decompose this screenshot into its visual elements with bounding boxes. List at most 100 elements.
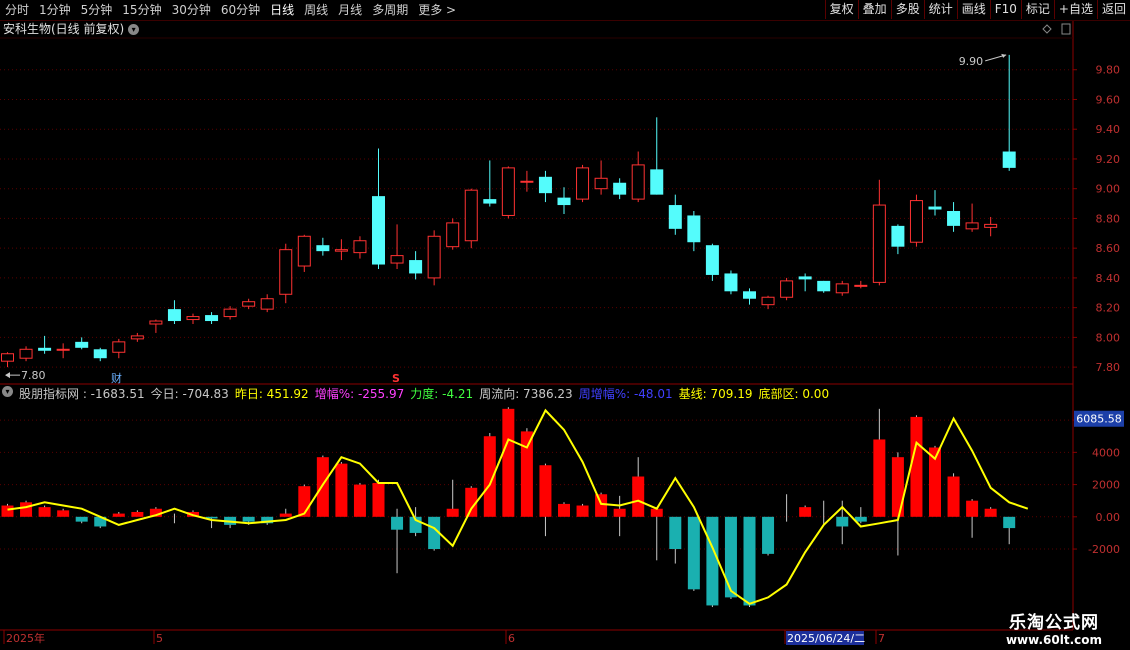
high-marker-label: 9.90 <box>959 55 984 68</box>
watermark-title: 乐淘公式网 <box>1008 613 1099 633</box>
candle-body-4 <box>75 341 89 348</box>
current-value-tag: 6085.58 <box>1076 413 1122 426</box>
date-label-2: 6 <box>508 632 515 645</box>
indicator-value-0: 股朋指标网 : -1683.51 <box>19 387 145 401</box>
ind-bar-38 <box>706 516 719 606</box>
ind-bar-41 <box>762 516 775 554</box>
indicator-value-8: 底部区: 0.00 <box>758 387 830 401</box>
candle-body-15 <box>279 249 293 295</box>
indicator-value-2: 昨日: 451.92 <box>234 387 309 401</box>
ind-bar-34 <box>632 476 645 517</box>
candle-body-46 <box>854 284 868 287</box>
candle-body-53 <box>984 223 998 228</box>
candle-body-24 <box>446 222 460 248</box>
ind-bar-19 <box>353 484 366 517</box>
ind-bar-52 <box>966 500 979 517</box>
price-tick-label-9: 9.60 <box>1096 93 1121 106</box>
candle-body-32 <box>594 177 608 190</box>
chart-canvas[interactable]: 7.80 8.00 8.20 8.40 8.60 8.80 9.00 9.20 9.40 9.60… <box>0 0 1130 650</box>
ind-tick-label-2: 2000 <box>1092 479 1120 492</box>
candle-body-34 <box>631 164 645 200</box>
ind-bar-29 <box>539 465 552 517</box>
s-marker: S <box>392 372 400 385</box>
price-tick-label-0: 7.80 <box>1096 361 1121 374</box>
indicator-line: ▾ 股朋指标网 : -1683.51 今日: -704.83 昨日: 451.92 增… <box>2 386 829 402</box>
ind-bar-6 <box>112 513 125 517</box>
date-label-4: 7 <box>878 632 885 645</box>
candle-body-20 <box>372 196 385 265</box>
indicator-value-1: 今日: -704.83 <box>150 387 229 401</box>
candle-body-48 <box>891 225 905 247</box>
candle-body-41 <box>761 296 775 306</box>
ind-bar-0 <box>1 505 14 517</box>
date-label-0: 2025年 <box>6 631 45 645</box>
indicator-value-3: 增幅%: -255.97 <box>314 387 405 401</box>
ind-bar-7 <box>131 511 144 517</box>
candle-body-10 <box>186 316 200 321</box>
candle-body-44 <box>817 280 831 292</box>
candle-body-40 <box>743 291 756 299</box>
candle-body-30 <box>557 197 571 206</box>
candle-body-36 <box>668 205 682 229</box>
ind-bar-48 <box>891 457 904 517</box>
candle-body-14 <box>260 298 274 310</box>
ind-bar-24 <box>446 508 459 517</box>
finance-marker: 财 <box>111 371 122 385</box>
candle-body-8 <box>149 320 163 325</box>
price-tick-label-6: 9.00 <box>1096 183 1121 196</box>
candle-body-33 <box>613 182 627 195</box>
ind-bar-47 <box>873 439 886 517</box>
indicator-value-6: 周增幅%: -48.01 <box>578 387 673 401</box>
price-tick-label-7: 9.20 <box>1096 153 1121 166</box>
candle-body-25 <box>464 189 478 242</box>
date-label-1: 5 <box>156 632 163 645</box>
ind-bar-17 <box>316 457 329 517</box>
ind-bar-33 <box>613 508 626 517</box>
low-marker-label: 7.80 <box>21 369 46 382</box>
candle-body-16 <box>297 235 311 267</box>
candle-body-39 <box>724 273 738 292</box>
ind-bar-31 <box>576 505 589 517</box>
candle-body-51 <box>947 211 961 226</box>
price-tick-label-3: 8.40 <box>1096 272 1121 285</box>
ind-bar-40 <box>743 516 756 606</box>
ind-bar-28 <box>520 431 533 517</box>
low-marker-arrow-icon <box>5 372 10 379</box>
candle-body-21 <box>390 255 404 264</box>
candle-body-26 <box>483 199 497 204</box>
price-tick-label-4: 8.60 <box>1096 242 1121 255</box>
candle-body-0 <box>1 353 14 362</box>
candle-body-13 <box>242 301 256 307</box>
candle-body-2 <box>38 347 52 351</box>
chevron-down-icon[interactable]: ▾ <box>2 386 13 397</box>
ind-tick-label-1: 0.00 <box>1096 511 1121 524</box>
indicator-value-7: 基线: 709.19 <box>678 387 753 401</box>
price-tick-label-10: 9.80 <box>1096 64 1121 77</box>
panel-toggle-icon <box>1061 23 1071 35</box>
ind-bar-4 <box>75 516 88 522</box>
candle-body-42 <box>780 280 794 298</box>
ind-bar-30 <box>558 503 570 517</box>
candle-body-19 <box>353 240 367 254</box>
date-label-3: 2025/06/24/二 <box>787 632 865 645</box>
candle-body-50 <box>928 206 942 210</box>
candle-body-35 <box>650 169 664 195</box>
ind-bar-13 <box>242 516 255 522</box>
ind-bar-27 <box>502 408 515 517</box>
indicator-value-4: 力度: -4.21 <box>410 387 474 401</box>
diamond-icon <box>1042 24 1052 34</box>
ind-bar-21 <box>391 516 404 530</box>
ind-bar-39 <box>724 516 737 598</box>
indicator-value-5: 周流向: 7386.23 <box>479 387 573 401</box>
ind-bar-18 <box>335 463 348 517</box>
candle-body-23 <box>427 235 441 279</box>
candle-body-17 <box>316 245 330 252</box>
candle-body-6 <box>112 341 126 353</box>
candle-body-31 <box>576 167 590 200</box>
ind-bar-37 <box>687 516 700 590</box>
candle-body-3 <box>56 348 70 351</box>
ind-tick-label-0: -2000 <box>1088 543 1120 556</box>
candle-body-1 <box>19 348 33 359</box>
ind-bar-3 <box>57 510 70 517</box>
ind-bar-36 <box>669 516 682 550</box>
